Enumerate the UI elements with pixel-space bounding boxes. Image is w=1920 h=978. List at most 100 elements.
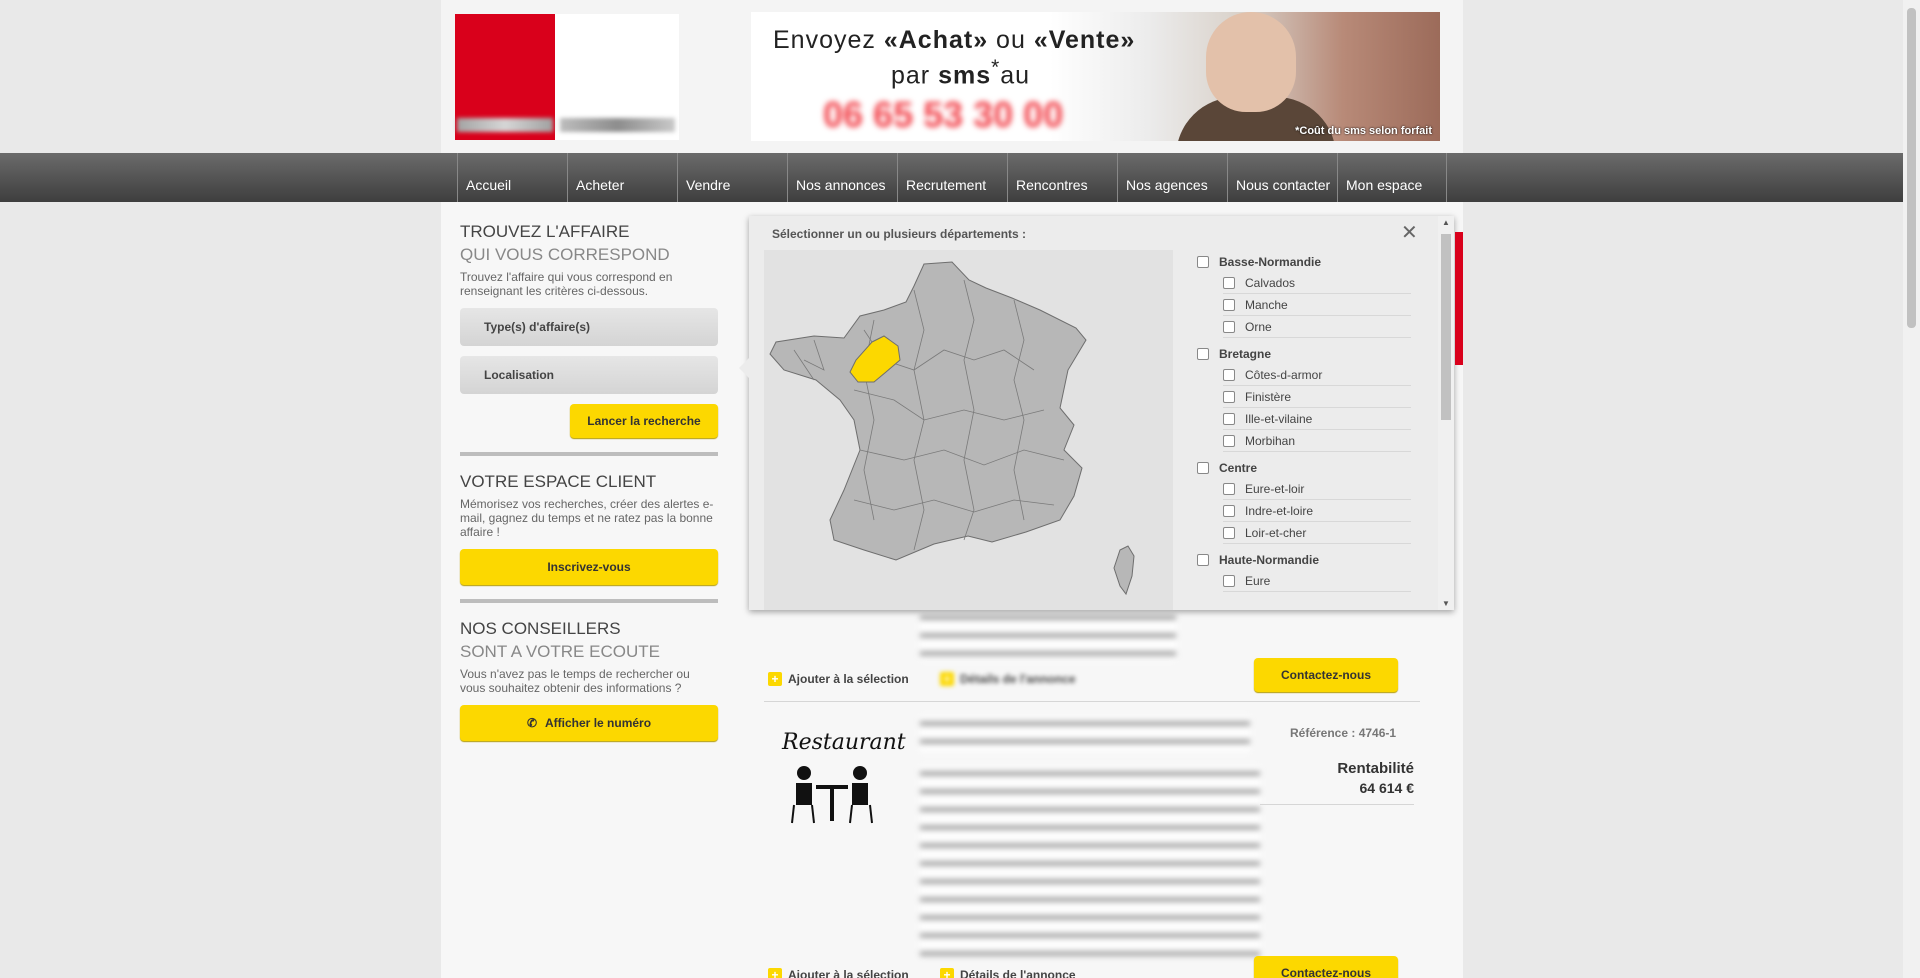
plus-icon: + [768,672,782,686]
region-checkbox-basse-normandie[interactable]: Basse-Normandie [1197,252,1437,272]
department-selector-popup: Sélectionner un ou plusieurs département… [739,216,1454,610]
main-navigation: Accueil Acheter Vendre Nos annonces Recrutem… [0,153,1903,202]
department-checkbox-eure[interactable]: Eure [1223,570,1411,592]
department-label: Finistère [1245,389,1292,404]
department-label: Côtes-d-armor [1245,367,1323,382]
checkbox[interactable] [1223,412,1235,425]
listing-title-blurred [920,716,1250,752]
details-link-blurred[interactable]: + Détails de l'annonce [940,672,1076,686]
checkbox[interactable] [1223,368,1235,381]
popup-scrollbar[interactable]: ▲ ▼ [1438,216,1454,610]
contact-button[interactable]: Contactez-nous [1254,658,1398,692]
department-checkbox-calvados[interactable]: Calvados [1223,272,1411,294]
department-label: Calvados [1245,275,1296,290]
plus-icon: + [768,968,782,978]
department-checkbox-orne[interactable]: Orne [1223,316,1411,338]
nav-item-accueil[interactable]: Accueil [457,153,567,202]
show-number-label: Afficher le numéro [545,716,652,730]
checkbox[interactable] [1197,256,1209,268]
nav-item-nous-contacter[interactable]: Nous contacter [1227,153,1337,202]
scroll-down-arrow-icon[interactable]: ▼ [1442,599,1450,608]
search-subtitle: QUI VOUS CORRESPOND [460,245,670,264]
banner-headline: Envoyez «Achat» ou «Vente» [773,26,1136,54]
checkbox[interactable] [1223,574,1235,587]
business-type-field[interactable]: Type(s) d'affaire(s) [460,308,718,346]
department-checkbox-c-tes-d-armor[interactable]: Côtes-d-armor [1223,364,1411,386]
contact-button-2[interactable]: Contactez-nous [1254,956,1398,978]
region-label: Haute-Normandie [1219,553,1320,567]
restaurant-thumbnail[interactable]: Restaurant [782,730,906,830]
red-side-tab[interactable] [1455,232,1463,365]
department-checkbox-indre-et-loire[interactable]: Indre-et-loire [1223,500,1411,522]
logo-subtext-blurred [560,118,675,132]
checkbox[interactable] [1197,348,1209,360]
rentability-label: Rentabilité [1337,760,1414,777]
department-label: Ille-et-vilaine [1245,411,1313,426]
advisors-subtitle: SONT A VOTRE ECOUTE [460,642,660,661]
corsica-shape[interactable] [1113,545,1135,596]
scroll-up-arrow-icon[interactable]: ▲ [1442,218,1450,227]
popup-scrollbar-thumb[interactable] [1441,234,1451,420]
client-space-title: VOTRE ESPACE CLIENT [460,472,657,491]
department-checkbox-manche[interactable]: Manche [1223,294,1411,316]
france-department-map[interactable] [764,250,1173,610]
add-to-selection-link[interactable]: + Ajouter à la sélection [768,672,909,686]
add-to-selection-label: Ajouter à la sélection [788,968,909,978]
details-label: Détails de l'annonce [960,968,1076,978]
advisors-description: Vous n'avez pas le temps de rechercher o… [460,667,690,695]
nav-item-mon-espace[interactable]: Mon espace [1337,153,1447,202]
page-scrollbar[interactable] [1903,0,1920,978]
location-field[interactable]: Localisation [460,356,718,394]
listing-description-blurred [920,610,1176,660]
department-checkbox-finist-re[interactable]: Finistère [1223,386,1411,408]
region-checkbox-bretagne[interactable]: Bretagne [1197,344,1437,364]
checkbox[interactable] [1197,462,1209,474]
banner-subline: par sms*au [891,56,1031,90]
nav-item-nos-annonces[interactable]: Nos annonces [787,153,897,202]
sms-banner[interactable]: Envoyez «Achat» ou «Vente» par sms*au 06… [751,12,1440,141]
department-label: Eure [1245,573,1271,588]
nav-item-vendre[interactable]: Vendre [677,153,787,202]
region-checkbox-haute-normandie[interactable]: Haute-Normandie [1197,550,1437,570]
department-label: Eure-et-loir [1245,481,1305,496]
close-icon[interactable]: ✕ [1401,220,1418,245]
checkbox[interactable] [1223,276,1235,289]
department-label: Indre-et-loire [1245,503,1314,518]
banner-person-head [1206,12,1296,112]
rentability-value: 64 614 € [1359,780,1415,796]
department-checkbox-ille-et-vilaine[interactable]: Ille-et-vilaine [1223,408,1411,430]
checkbox[interactable] [1223,298,1235,311]
department-checkbox-eure-et-loir[interactable]: Eure-et-loir [1223,478,1411,500]
department-label: Morbihan [1245,433,1296,448]
popup-pointer [739,356,751,380]
register-button[interactable]: Inscrivez-vous [460,549,718,585]
show-number-button[interactable]: ✆ Afficher le numéro [460,705,718,741]
advisors-title: NOS CONSEILLERS [460,619,621,638]
checkbox[interactable] [1223,526,1235,539]
department-checkbox-morbihan[interactable]: Morbihan [1223,430,1411,452]
restaurant-label: Restaurant [782,730,906,755]
checkbox[interactable] [1223,320,1235,333]
nav-item-rencontres[interactable]: Rencontres [1007,153,1117,202]
checkbox[interactable] [1197,554,1209,566]
checkbox[interactable] [1223,482,1235,495]
details-label: Détails de l'annonce [960,672,1076,686]
region-label: Bretagne [1219,347,1272,361]
nav-item-recrutement[interactable]: Recrutement [897,153,1007,202]
page-scrollbar-thumb[interactable] [1907,8,1916,328]
add-to-selection-link-2[interactable]: + Ajouter à la sélection [768,968,909,978]
details-link[interactable]: + Détails de l'annonce [940,968,1076,978]
site-logo[interactable] [455,14,679,140]
nav-item-nos-agences[interactable]: Nos agences [1117,153,1227,202]
checkbox[interactable] [1223,434,1235,447]
department-checkbox-loir-et-cher[interactable]: Loir-et-cher [1223,522,1411,544]
logo-text-blurred [457,118,553,132]
department-label: Loir-et-cher [1245,525,1307,540]
search-button[interactable]: Lancer la recherche [570,404,718,438]
checkbox[interactable] [1223,390,1235,403]
nav-item-acheter[interactable]: Acheter [567,153,677,202]
region-checkbox-centre[interactable]: Centre [1197,458,1437,478]
checkbox[interactable] [1223,504,1235,517]
header: Envoyez «Achat» ou «Vente» par sms*au 06… [441,0,1463,153]
plus-icon: + [940,968,954,978]
